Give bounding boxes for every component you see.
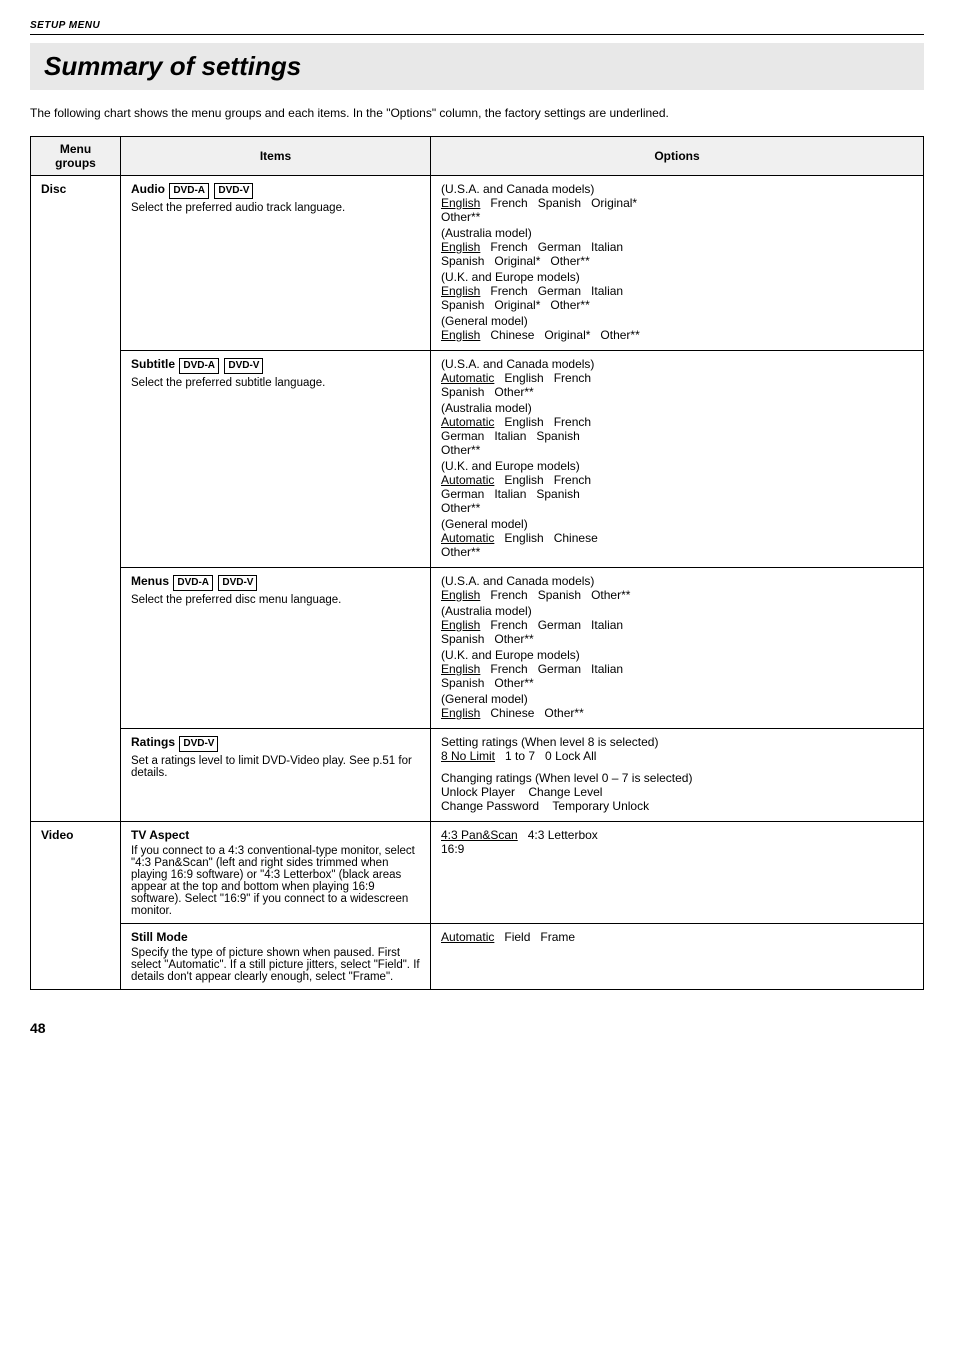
item-still-mode: Still Mode Specify the type of picture s… bbox=[121, 924, 431, 990]
sub-aus-label: (Australia model) bbox=[441, 401, 913, 415]
badge-dvd-a-menus: DVD-A bbox=[173, 575, 213, 591]
badge-dvd-a: DVD-A bbox=[169, 183, 209, 199]
menus-desc: Select the preferred disc menu language. bbox=[131, 594, 420, 606]
audio-label: Audio bbox=[131, 182, 168, 196]
ratings-no-limit: 8 No Limit bbox=[441, 749, 495, 763]
badge-dvd-a-sub: DVD-A bbox=[179, 358, 219, 374]
audio-gen-label: (General model) bbox=[441, 314, 913, 328]
col-header-items: Items bbox=[121, 137, 431, 176]
menus-aus-english: English bbox=[441, 618, 480, 632]
sub-uk-auto: Automatic bbox=[441, 473, 494, 487]
table-row: Still Mode Specify the type of picture s… bbox=[31, 924, 924, 990]
menus-uk-label: (U.K. and Europe models) bbox=[441, 648, 913, 662]
options-audio: (U.S.A. and Canada models) English Frenc… bbox=[431, 176, 924, 351]
sub-aus-auto: Automatic bbox=[441, 415, 494, 429]
ratings-desc: Set a ratings level to limit DVD-Video p… bbox=[131, 755, 420, 779]
tv-aspect-label: TV Aspect bbox=[131, 828, 189, 842]
item-audio: Audio DVD-A DVD-V Select the preferred a… bbox=[121, 176, 431, 351]
options-subtitle: (U.S.A. and Canada models) Automatic Eng… bbox=[431, 351, 924, 568]
options-tv-aspect: 4:3 Pan&Scan 4:3 Letterbox 16:9 bbox=[431, 822, 924, 924]
item-tv-aspect: TV Aspect If you connect to a 4:3 conven… bbox=[121, 822, 431, 924]
subtitle-desc: Select the preferred subtitle language. bbox=[131, 377, 420, 389]
audio-uk-english: English bbox=[441, 284, 480, 298]
table-row: Subtitle DVD-A DVD-V Select the preferre… bbox=[31, 351, 924, 568]
menus-usa-english: English bbox=[441, 588, 480, 602]
sub-usa-auto: Automatic bbox=[441, 371, 494, 385]
sub-gen-label: (General model) bbox=[441, 517, 913, 531]
badge-dvd-v-sub: DVD-V bbox=[224, 358, 263, 374]
settings-table: Menu groups Items Options Disc Audio DVD… bbox=[30, 136, 924, 990]
menus-gen-english: English bbox=[441, 706, 480, 720]
group-disc: Disc bbox=[31, 176, 121, 822]
table-row: Menus DVD-A DVD-V Select the preferred d… bbox=[31, 568, 924, 729]
audio-usa-english: English bbox=[441, 196, 480, 210]
tv-aspect-desc: If you connect to a 4:3 conventional-typ… bbox=[131, 845, 420, 917]
audio-desc: Select the preferred audio track languag… bbox=[131, 202, 420, 214]
badge-dvd-v-menus: DVD-V bbox=[218, 575, 257, 591]
item-ratings: Ratings DVD-V Set a ratings level to lim… bbox=[121, 729, 431, 822]
col-header-options: Options bbox=[431, 137, 924, 176]
item-subtitle: Subtitle DVD-A DVD-V Select the preferre… bbox=[121, 351, 431, 568]
audio-gen-english: English bbox=[441, 328, 480, 342]
tv-aspect-pan-scan: 4:3 Pan&Scan bbox=[441, 828, 518, 842]
menus-usa-label: (U.S.A. and Canada models) bbox=[441, 574, 913, 588]
page-title: Summary of settings bbox=[30, 43, 924, 90]
audio-aus-label: (Australia model) bbox=[441, 226, 913, 240]
intro-text: The following chart shows the menu group… bbox=[30, 104, 924, 122]
ratings-setting-label: Setting ratings (When level 8 is selecte… bbox=[441, 735, 913, 749]
audio-usa-label: (U.S.A. and Canada models) bbox=[441, 182, 913, 196]
menus-aus-label: (Australia model) bbox=[441, 604, 913, 618]
audio-aus-english: English bbox=[441, 240, 480, 254]
audio-uk-label: (U.K. and Europe models) bbox=[441, 270, 913, 284]
sub-usa-label: (U.S.A. and Canada models) bbox=[441, 357, 913, 371]
still-mode-auto: Automatic bbox=[441, 930, 494, 944]
badge-dvd-v: DVD-V bbox=[214, 183, 253, 199]
setup-menu-label: SETUP MENU bbox=[30, 20, 924, 35]
table-row: Ratings DVD-V Set a ratings level to lim… bbox=[31, 729, 924, 822]
options-menus: (U.S.A. and Canada models) English Frenc… bbox=[431, 568, 924, 729]
menus-gen-label: (General model) bbox=[441, 692, 913, 706]
col-header-menu-groups: Menu groups bbox=[31, 137, 121, 176]
item-menus: Menus DVD-A DVD-V Select the preferred d… bbox=[121, 568, 431, 729]
sub-gen-auto: Automatic bbox=[441, 531, 494, 545]
ratings-changing-label: Changing ratings (When level 0 – 7 is se… bbox=[441, 771, 913, 785]
ratings-label: Ratings bbox=[131, 735, 178, 749]
page-number: 48 bbox=[30, 1020, 924, 1036]
menus-uk-english: English bbox=[441, 662, 480, 676]
menus-label: Menus bbox=[131, 574, 172, 588]
sub-uk-label: (U.K. and Europe models) bbox=[441, 459, 913, 473]
still-mode-desc: Specify the type of picture shown when p… bbox=[131, 947, 420, 983]
options-still-mode: Automatic Field Frame bbox=[431, 924, 924, 990]
table-row: Disc Audio DVD-A DVD-V Select the prefer… bbox=[31, 176, 924, 351]
table-row: Video TV Aspect If you connect to a 4:3 … bbox=[31, 822, 924, 924]
badge-dvd-v-ratings: DVD-V bbox=[179, 736, 218, 752]
options-ratings: Setting ratings (When level 8 is selecte… bbox=[431, 729, 924, 822]
subtitle-label: Subtitle bbox=[131, 357, 178, 371]
still-mode-label: Still Mode bbox=[131, 930, 188, 944]
group-video: Video bbox=[31, 822, 121, 990]
